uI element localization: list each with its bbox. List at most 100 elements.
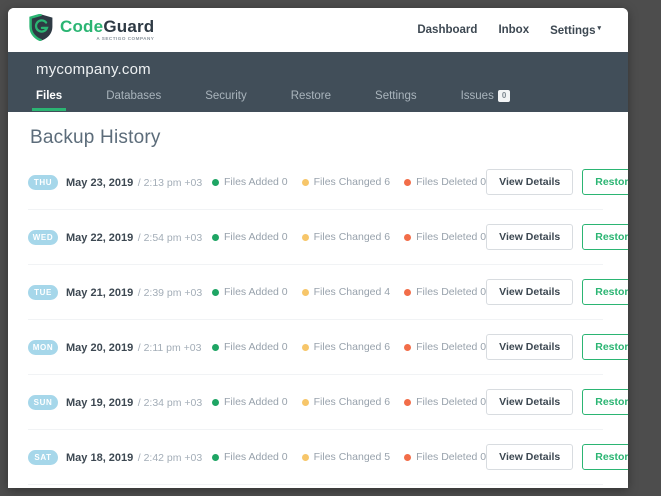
files-deleted-dot-icon xyxy=(404,453,412,461)
brand-tagline: A SECTIGO COMPANY xyxy=(96,36,155,42)
status-group: Files Added 0 Files Changed 5 Files Dele… xyxy=(212,451,486,463)
tab-issues[interactable]: Issues 0 xyxy=(461,90,511,111)
files-changed-dot-icon xyxy=(301,343,309,351)
nav-link-settings[interactable]: Settings ▾ xyxy=(550,24,601,37)
files-changed-label: Files Changed 6 xyxy=(313,396,391,408)
brand-logo[interactable]: CodeGuard A SECTIGO COMPANY xyxy=(29,13,155,46)
files-added-dot-icon xyxy=(212,233,219,241)
status-files-changed: Files Changed 5 xyxy=(301,451,390,463)
row-actions: View Details Restore Options xyxy=(486,169,628,195)
date-block: May 18, 2019 / 2:42 pm +03 xyxy=(66,448,202,466)
files-added-dot-icon xyxy=(212,343,219,351)
view-details-button[interactable]: View Details xyxy=(486,389,574,415)
day-badge: TUE xyxy=(28,284,58,300)
files-added-dot-icon xyxy=(212,178,219,186)
top-nav: Dashboard Inbox Settings ▾ xyxy=(417,24,601,37)
status-files-changed: Files Changed 6 xyxy=(301,396,391,408)
top-header: CodeGuard A SECTIGO COMPANY Dashboard In… xyxy=(8,8,628,52)
files-deleted-dot-icon xyxy=(404,178,412,186)
backup-date: May 20, 2019 xyxy=(66,342,134,354)
day-badge: MON xyxy=(28,339,58,355)
status-group: Files Added 0 Files Changed 4 Files Dele… xyxy=(212,286,486,298)
status-files-changed: Files Changed 6 xyxy=(301,341,391,353)
status-files-added: Files Added 0 xyxy=(212,176,288,188)
view-details-button[interactable]: View Details xyxy=(486,224,574,250)
status-files-added: Files Added 0 xyxy=(212,341,288,353)
backup-row: THU May 23, 2019 / 2:13 pm +03 Files Add… xyxy=(28,155,628,210)
status-files-added: Files Added 0 xyxy=(212,286,288,298)
backup-date: May 22, 2019 xyxy=(66,232,134,244)
tab-restore[interactable]: Restore xyxy=(291,90,331,111)
status-group: Files Added 0 Files Changed 6 Files Dele… xyxy=(212,341,486,353)
status-files-deleted: Files Deleted 0 xyxy=(404,286,486,298)
files-changed-label: Files Changed 6 xyxy=(313,341,391,353)
files-added-dot-icon xyxy=(212,288,219,296)
backup-rows: THU May 23, 2019 / 2:13 pm +03 Files Add… xyxy=(28,155,628,485)
backup-time: / 2:54 pm +03 xyxy=(137,232,203,244)
status-group: Files Added 0 Files Changed 6 Files Dele… xyxy=(212,396,486,408)
files-changed-label: Files Changed 6 xyxy=(313,231,391,243)
files-deleted-dot-icon xyxy=(404,288,412,296)
backup-row: SAT May 18, 2019 / 2:42 pm +03 Files Add… xyxy=(28,430,628,485)
files-deleted-label: Files Deleted 0 xyxy=(416,286,487,298)
status-group: Files Added 0 Files Changed 6 Files Dele… xyxy=(212,231,486,243)
files-changed-label: Files Changed 6 xyxy=(313,176,391,188)
view-details-button[interactable]: View Details xyxy=(486,334,574,360)
files-deleted-label: Files Deleted 0 xyxy=(416,451,487,463)
restore-options-button[interactable]: Restore Options xyxy=(582,444,628,470)
view-details-button[interactable]: View Details xyxy=(486,169,574,195)
view-details-button[interactable]: View Details xyxy=(486,279,574,305)
view-details-button[interactable]: View Details xyxy=(486,444,574,470)
backup-time: / 2:11 pm +03 xyxy=(137,342,202,354)
status-group: Files Added 0 Files Changed 6 Files Dele… xyxy=(212,176,486,188)
nav-link-dashboard[interactable]: Dashboard xyxy=(417,24,477,36)
backup-date: May 21, 2019 xyxy=(66,287,134,299)
tab-settings[interactable]: Settings xyxy=(375,90,417,111)
restore-options-button[interactable]: Restore Options xyxy=(582,389,628,415)
restore-options-button[interactable]: Restore Options xyxy=(582,279,628,305)
tab-bar: Files Databases Security Restore Setting… xyxy=(31,85,600,111)
files-added-dot-icon xyxy=(212,453,219,461)
files-added-label: Files Added 0 xyxy=(224,176,288,188)
restore-options-button[interactable]: Restore Options xyxy=(582,334,628,360)
backup-date: May 18, 2019 xyxy=(66,452,134,464)
date-block: May 22, 2019 / 2:54 pm +03 xyxy=(66,228,202,246)
tab-security[interactable]: Security xyxy=(205,90,247,111)
tab-databases[interactable]: Databases xyxy=(106,90,161,111)
files-deleted-label: Files Deleted 0 xyxy=(416,176,487,188)
site-domain: mycompany.com xyxy=(36,61,151,78)
backup-row: TUE May 21, 2019 / 2:39 pm +03 Files Add… xyxy=(28,265,628,320)
content-area: Backup History THU May 23, 2019 / 2:13 p… xyxy=(8,112,628,485)
nav-link-inbox[interactable]: Inbox xyxy=(498,24,529,36)
files-added-label: Files Added 0 xyxy=(224,396,288,408)
files-changed-dot-icon xyxy=(301,453,309,461)
status-files-deleted: Files Deleted 0 xyxy=(404,176,486,188)
files-added-label: Files Added 0 xyxy=(224,451,288,463)
status-files-changed: Files Changed 6 xyxy=(301,231,391,243)
files-added-label: Files Added 0 xyxy=(224,286,288,298)
files-changed-dot-icon xyxy=(301,178,309,186)
files-changed-dot-icon xyxy=(301,233,309,241)
app-window: CodeGuard A SECTIGO COMPANY Dashboard In… xyxy=(8,8,628,488)
backup-row: WED May 22, 2019 / 2:54 pm +03 Files Add… xyxy=(28,210,628,265)
files-deleted-dot-icon xyxy=(404,398,412,406)
brand-name: CodeGuard xyxy=(60,17,155,37)
tab-files[interactable]: Files xyxy=(31,90,67,111)
date-block: May 21, 2019 / 2:39 pm +03 xyxy=(66,283,202,301)
backup-row: SUN May 19, 2019 / 2:34 pm +03 Files Add… xyxy=(28,375,628,430)
page-title: Backup History xyxy=(30,127,161,148)
files-changed-label: Files Changed 4 xyxy=(313,286,391,298)
date-block: May 20, 2019 / 2:11 pm +03 xyxy=(66,338,201,356)
restore-options-button[interactable]: Restore Options xyxy=(582,224,628,250)
status-files-deleted: Files Deleted 0 xyxy=(404,396,486,408)
issues-count-badge: 0 xyxy=(497,90,511,102)
files-added-label: Files Added 0 xyxy=(224,341,288,353)
backup-time: / 2:42 pm +03 xyxy=(137,452,203,464)
status-files-deleted: Files Deleted 0 xyxy=(404,451,486,463)
date-block: May 19, 2019 / 2:34 pm +03 xyxy=(66,393,202,411)
files-deleted-label: Files Deleted 0 xyxy=(416,341,487,353)
files-deleted-dot-icon xyxy=(404,233,412,241)
date-block: May 23, 2019 / 2:13 pm +03 xyxy=(66,173,202,191)
restore-options-button[interactable]: Restore Options xyxy=(582,169,628,195)
files-changed-dot-icon xyxy=(301,288,309,296)
